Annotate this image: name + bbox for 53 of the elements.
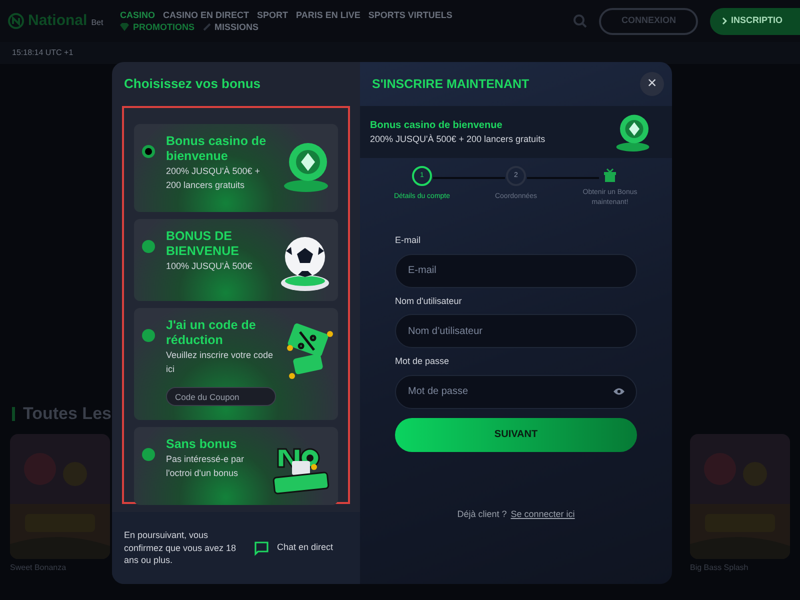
existing-client-text: Déjà client ? bbox=[457, 508, 507, 521]
nav-link[interactable]: SPORT bbox=[257, 9, 288, 21]
chevron-icon bbox=[722, 17, 727, 25]
selected-bonus-title: Bonus casino de bienvenue bbox=[370, 118, 504, 133]
nav-link[interactable]: CASINO EN DIRECT bbox=[163, 9, 250, 21]
section-title: Toutes Les bbox=[23, 403, 112, 426]
nav-link[interactable]: SPORTS VIRTUELS bbox=[368, 9, 452, 21]
next-button[interactable]: SUIVANT bbox=[395, 418, 637, 452]
radio-button[interactable] bbox=[142, 145, 155, 158]
nav-link[interactable]: PARIS EN LIVE bbox=[296, 9, 360, 21]
selected-bonus-description: 200% JUSQU'À 500€ + 200 lancers gratuits bbox=[370, 132, 546, 146]
chat-bubble-icon bbox=[254, 540, 269, 556]
game-title: Sweet Bonanza bbox=[10, 563, 68, 573]
bonus-option-description: 200% JUSQU'À 500€ + 200 lancers gratuits bbox=[166, 165, 262, 192]
bonus-option-title: Bonus casino de bienvenue bbox=[166, 134, 268, 164]
bonus-option-card[interactable]: Sans bonus Pas intéressé-e par l'octroi d'un bonus bbox=[134, 427, 338, 505]
nav-link[interactable]: CASINO bbox=[120, 9, 156, 21]
coupon-ticket-icon bbox=[284, 322, 334, 382]
bonus-option-card[interactable]: J'ai un code de réduction Veuillez inscrire votre code ici Code du Coupon bbox=[134, 308, 338, 420]
radio-button[interactable] bbox=[142, 240, 155, 253]
clock-text: 15:18:14 UTC +1 bbox=[12, 47, 74, 59]
bonus-option-card[interactable]: BONUS DE BIENVENUE 100% JUSQU'À 500€ bbox=[134, 219, 338, 301]
nav-link[interactable]: MISSIONS bbox=[202, 21, 259, 33]
close-button[interactable]: × bbox=[640, 72, 664, 96]
input-field[interactable]: Nom d’utilisateur bbox=[395, 314, 637, 348]
age-notice: En poursuivant, vous confirmez que vous avez 18 ans ou plus. bbox=[124, 529, 238, 567]
bonus-option-title: Sans bonus bbox=[166, 437, 238, 452]
logo-suffix: Bet bbox=[91, 17, 104, 29]
eye-icon[interactable] bbox=[613, 386, 625, 396]
radio-button[interactable] bbox=[142, 329, 155, 342]
bonus-option-title: J'ai un code de réduction bbox=[166, 318, 257, 348]
input-field[interactable]: E-mail bbox=[395, 254, 637, 288]
bonus-option-description: 100% JUSQU'À 500€ bbox=[166, 260, 254, 273]
signup-title: S'INSCRIRE MAINTENANT bbox=[372, 76, 530, 93]
signup-button[interactable]: INSCRIPTIO bbox=[710, 8, 800, 34]
radio-button[interactable] bbox=[142, 448, 155, 461]
bonus-option-title: BONUS DE BIENVENUE bbox=[166, 229, 240, 259]
nav-link[interactable]: PROMOTIONS bbox=[120, 21, 195, 33]
logo-icon bbox=[8, 13, 24, 29]
input-field[interactable]: Mot de passe bbox=[395, 374, 637, 408]
field-label: Nom d'utilisateur bbox=[395, 294, 463, 308]
bonus-option-card[interactable]: Bonus casino de bienvenue 200% JUSQU'À 500€ + 200 lancers gratuits bbox=[134, 124, 338, 212]
bonus-panel-title: Choisissez vos bonus bbox=[124, 75, 261, 94]
login-link[interactable]: Se connecter ici bbox=[510, 508, 575, 521]
bonus-option-description: Pas intéressé-e par l'octroi d'un bonus bbox=[166, 453, 246, 480]
diamond-icon bbox=[120, 23, 129, 31]
logo-text: National bbox=[28, 10, 88, 31]
game-title: Big Bass Splash bbox=[690, 563, 750, 573]
coupon-code-field[interactable]: Code du Coupon bbox=[166, 387, 276, 406]
live-chat-link[interactable]: Chat en direct bbox=[254, 540, 334, 556]
field-label: Mot de passe bbox=[395, 355, 450, 368]
field-label: E-mail bbox=[395, 234, 422, 247]
bonus-option-description: Veuillez inscrire votre code ici bbox=[166, 349, 274, 376]
